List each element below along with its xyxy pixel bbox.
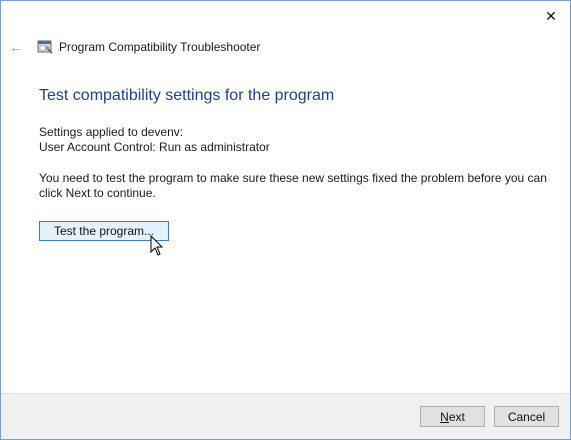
window-title: Program Compatibility Troubleshooter [59, 40, 261, 54]
instruction-text: You need to test the program to make sur… [39, 171, 547, 200]
close-button[interactable]: ✕ [534, 3, 568, 29]
mouse-pointer-icon [150, 235, 164, 256]
next-label-rest: ext [448, 409, 465, 424]
back-button[interactable]: ← [7, 38, 25, 56]
page-heading: Test compatibility settings for the prog… [39, 87, 335, 104]
troubleshooter-window: ✕ ← Program Compatibility Troubleshooter… [0, 0, 571, 440]
troubleshooter-app-icon [37, 40, 53, 54]
next-mnemonic: N [440, 409, 449, 424]
back-arrow-icon: ← [9, 39, 23, 55]
close-icon: ✕ [545, 7, 557, 24]
next-button[interactable]: Next [420, 406, 485, 427]
uac-setting-label: User Account Control: Run as administrat… [39, 140, 270, 154]
cancel-button[interactable]: Cancel [494, 406, 559, 427]
settings-applied-label: Settings applied to devenv: [39, 125, 184, 139]
header-row: ← Program Compatibility Troubleshooter [7, 37, 260, 57]
settings-summary: Settings applied to devenv: User Account… [39, 125, 270, 155]
footer-bar: Next Cancel [1, 393, 570, 439]
